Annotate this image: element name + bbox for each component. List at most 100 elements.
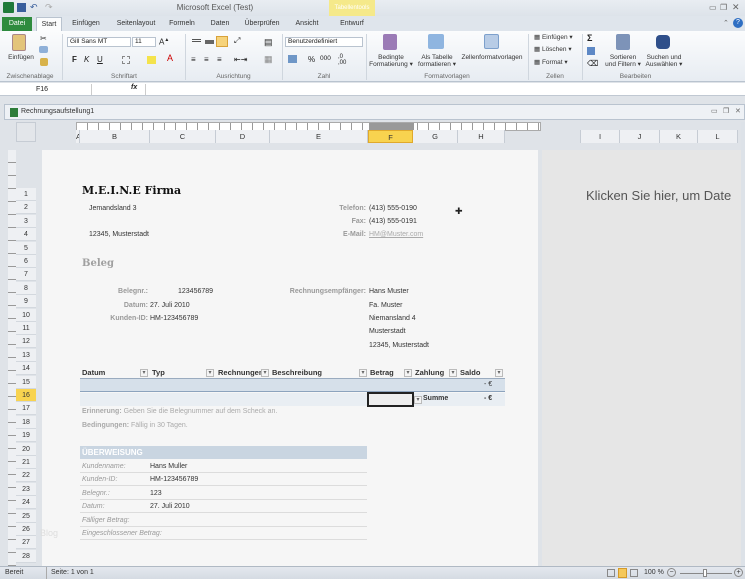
filter-dropdown-icon[interactable]: ▾ xyxy=(449,369,457,377)
tab-formeln[interactable]: Formeln xyxy=(166,17,198,31)
tab-einfuegen[interactable]: Einfügen xyxy=(68,17,104,31)
format-cells-button[interactable]: ▦ Format ▾ xyxy=(534,59,568,66)
merge-icon[interactable]: ▦ xyxy=(264,54,273,65)
fill-color-icon[interactable] xyxy=(147,56,156,64)
clear-icon[interactable]: ⌫ xyxy=(587,59,598,68)
row-header[interactable]: 14 xyxy=(16,362,36,376)
percent-button[interactable]: % xyxy=(308,55,315,64)
row-header[interactable]: 23 xyxy=(16,482,36,496)
workbook-minimize-button[interactable]: ▭ xyxy=(711,107,718,115)
name-box[interactable]: F16 xyxy=(2,84,92,95)
minimize-button[interactable]: ▭ xyxy=(709,3,717,12)
select-all-corner[interactable] xyxy=(16,122,36,142)
orientation-icon[interactable]: ⤢ xyxy=(234,36,240,46)
paste-button[interactable]: Einfügen xyxy=(4,54,38,61)
row-header[interactable]: 22 xyxy=(16,469,36,483)
filter-dropdown-icon[interactable]: ▾ xyxy=(359,369,367,377)
row-header[interactable]: 16 xyxy=(16,389,36,402)
cell-styles-button[interactable]: Zellenformatvorlagen xyxy=(459,54,525,61)
font-color-icon[interactable]: A xyxy=(167,53,173,63)
ribbon-collapse-icon[interactable]: ⌃ xyxy=(723,19,729,27)
cell-styles-icon[interactable] xyxy=(484,34,499,49)
filter-dropdown-icon[interactable]: ▾ xyxy=(140,369,148,377)
column-header-h[interactable]: H xyxy=(458,130,505,143)
italic-button[interactable]: K xyxy=(84,55,89,64)
column-header-e[interactable]: E xyxy=(270,130,368,143)
filter-dropdown-icon[interactable]: ▾ xyxy=(495,369,503,377)
delete-cells-button[interactable]: ▦ Löschen ▾ xyxy=(534,46,572,53)
row-header[interactable]: 25 xyxy=(16,509,36,523)
normal-view-button[interactable] xyxy=(607,569,615,577)
selected-cell-f16[interactable] xyxy=(367,392,414,407)
align-top-icon[interactable] xyxy=(192,39,201,42)
format-as-table-icon[interactable] xyxy=(428,34,444,49)
align-left-icon[interactable]: ≡ xyxy=(191,55,196,64)
column-header-b[interactable]: B xyxy=(80,130,150,143)
vertical-scrollbar[interactable] xyxy=(741,122,745,566)
tab-daten[interactable]: Daten xyxy=(205,17,235,31)
zoom-slider-handle[interactable] xyxy=(703,569,707,577)
page-break-view-button[interactable] xyxy=(630,569,638,577)
tab-entwurf[interactable]: Entwurf xyxy=(332,17,372,31)
column-header-k[interactable]: K xyxy=(660,130,698,143)
row-header[interactable]: 13 xyxy=(16,348,36,362)
thousands-button[interactable]: 000 xyxy=(320,55,331,62)
copy-icon[interactable] xyxy=(39,46,48,53)
row-header[interactable]: 5 xyxy=(16,241,36,255)
row-header[interactable]: 27 xyxy=(16,536,36,550)
workbook-restore-button[interactable]: ❐ xyxy=(723,107,729,115)
restore-button[interactable]: ❐ xyxy=(720,3,727,12)
row-header[interactable]: 11 xyxy=(16,322,36,335)
add-data-hint[interactable]: Klicken Sie hier, um Date xyxy=(586,188,731,203)
row-header[interactable]: 15 xyxy=(16,375,36,389)
tab-start[interactable]: Start xyxy=(36,17,62,31)
format-painter-icon[interactable] xyxy=(40,58,48,66)
row-header[interactable]: 6 xyxy=(16,255,36,268)
zoom-level[interactable]: 100 % xyxy=(644,567,664,579)
conditional-format-icon[interactable] xyxy=(383,34,397,50)
font-size-select[interactable]: 11 xyxy=(132,37,156,47)
tab-ansicht[interactable]: Ansicht xyxy=(292,17,322,31)
row-header[interactable]: 21 xyxy=(16,456,36,469)
redo-icon[interactable]: ↷ xyxy=(45,2,53,13)
decimal-increase-icon[interactable]: ,0,00 xyxy=(338,54,346,66)
row-header[interactable]: 4 xyxy=(16,228,36,242)
sort-filter-button[interactable]: Sortieren und Filtern ▾ xyxy=(603,54,643,68)
row-header[interactable]: 3 xyxy=(16,214,36,228)
currency-icon[interactable] xyxy=(288,55,297,63)
formula-input[interactable] xyxy=(145,84,735,95)
align-bottom-icon[interactable] xyxy=(216,36,228,47)
column-header-c[interactable]: C xyxy=(150,130,216,143)
column-header-j[interactable]: J xyxy=(620,130,660,143)
align-center-icon[interactable]: ≡ xyxy=(204,55,209,64)
filter-dropdown-icon[interactable]: ▾ xyxy=(261,369,269,377)
border-icon[interactable] xyxy=(122,56,130,64)
column-header-l[interactable]: L xyxy=(698,130,738,143)
align-right-icon[interactable]: ≡ xyxy=(217,55,222,64)
find-select-button[interactable]: Suchen und Auswählen ▾ xyxy=(643,54,685,68)
row-header[interactable]: 19 xyxy=(16,429,36,443)
row-header[interactable]: 7 xyxy=(16,268,36,282)
fx-button[interactable]: fx xyxy=(131,84,137,91)
filter-dropdown-icon[interactable]: ▾ xyxy=(206,369,214,377)
paste-icon[interactable] xyxy=(12,34,26,51)
number-format-select[interactable]: Benutzerdefiniert xyxy=(285,37,363,47)
row-header[interactable]: 18 xyxy=(16,415,36,429)
next-page-area[interactable]: Klicken Sie hier, um Date xyxy=(542,150,741,567)
zoom-out-button[interactable]: − xyxy=(667,568,676,577)
row-header[interactable]: 10 xyxy=(16,308,36,322)
row-header[interactable]: 9 xyxy=(16,295,36,309)
help-icon[interactable]: ? xyxy=(733,18,743,28)
email-link[interactable]: HM@Muster.com xyxy=(369,231,423,238)
row-header[interactable]: 20 xyxy=(16,442,36,456)
grow-font-icon[interactable]: A▲ xyxy=(159,37,169,47)
wrap-text-icon[interactable]: ▤ xyxy=(264,37,273,48)
format-as-table-button[interactable]: Als Tabelle formatieren ▾ xyxy=(416,54,458,68)
row-header[interactable]: 26 xyxy=(16,523,36,536)
row-header[interactable]: 17 xyxy=(16,402,36,416)
cell-dropdown-icon[interactable]: ▾ xyxy=(414,396,422,404)
workbook-close-button[interactable]: ✕ xyxy=(735,107,741,115)
align-middle-icon[interactable] xyxy=(205,40,214,44)
column-header-i[interactable]: I xyxy=(580,130,620,143)
bold-button[interactable]: F xyxy=(72,55,77,64)
